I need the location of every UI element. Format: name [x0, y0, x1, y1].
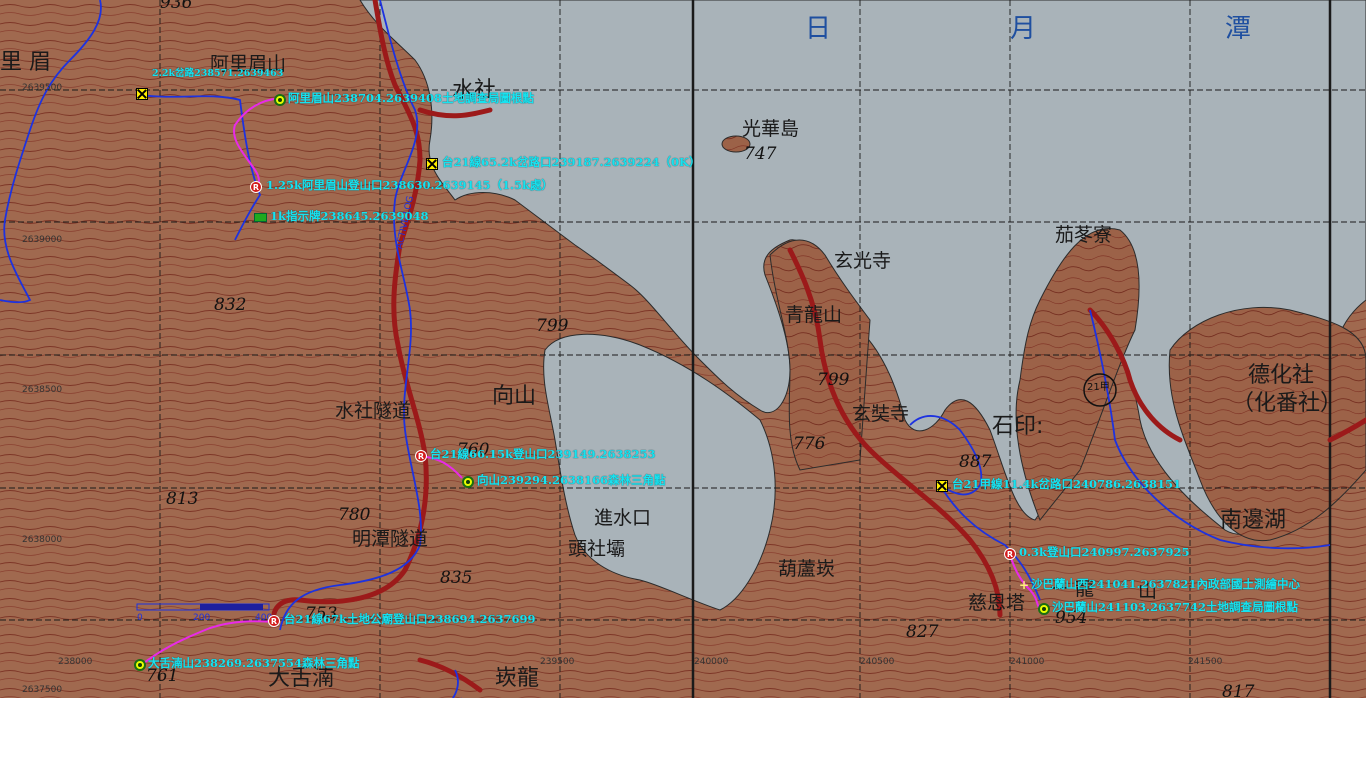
waypoint-label[interactable]: 2.2k岔路238571.2639463 [152, 69, 283, 79]
waypoint-label[interactable]: 台21甲線11.4k岔路口240786.2638151 [952, 478, 1181, 491]
place-dehua-she: 德化社 [1248, 363, 1315, 388]
trailhead-marker-icon[interactable]: R [415, 450, 427, 462]
grid-label-easting: 241000 [1010, 657, 1045, 667]
place-dehua-sub: （化番社） [1232, 391, 1343, 416]
map-canvas [0, 0, 1366, 698]
place-hulu-kan: 葫蘆崁 [778, 558, 836, 580]
place-mingtan-tunnel: 明潭隧道 [352, 528, 429, 550]
elevation-label: 799 [817, 370, 850, 390]
waypoint-label[interactable]: 向山239294.2638166森林三角點 [477, 474, 666, 487]
triangulation-point-icon[interactable] [274, 94, 286, 106]
trailhead-marker-icon[interactable]: R [250, 181, 262, 193]
grid-label-northing: 2639000 [22, 235, 63, 245]
scale-label-0: 0 [137, 613, 143, 623]
elevation-label: 776 [793, 434, 826, 454]
waypoint-label[interactable]: 0.3k登山口240997.2637925 [1019, 546, 1190, 559]
place-qinglong-shan: 青龍山 [785, 304, 843, 326]
elevation-label: 780 [338, 505, 371, 525]
grid-label-northing: 2638000 [22, 535, 63, 545]
grid-label-easting: 241500 [1188, 657, 1223, 667]
place-li-mei: 里 眉 [0, 50, 51, 75]
survey-point-icon[interactable]: + [1019, 579, 1029, 591]
grid-label-easting: 239500 [540, 657, 575, 667]
place-jinshuikou: 進水口 [594, 507, 652, 529]
lake-label-yue: 月 [1010, 14, 1037, 44]
trailhead-marker-icon[interactable]: R [268, 615, 280, 627]
grid-label-northing: 2639500 [22, 83, 63, 93]
waypoint-label[interactable]: 大舌湳山238269.2637554森林三角點 [148, 657, 360, 670]
place-xuanguang-temple: 玄光寺 [834, 250, 892, 272]
elevation-label: 813 [166, 489, 199, 509]
grid-label-easting: 238000 [58, 657, 93, 667]
place-shuishe-tunnel: 水社隧道 [335, 400, 412, 422]
grid-label-northing: 2637500 [22, 685, 63, 695]
triangulation-point-icon[interactable] [1038, 603, 1050, 615]
waypoint-label[interactable]: 台21線66.15k登山口239149.2638253 [430, 448, 656, 461]
grid-label-easting: 240500 [860, 657, 895, 667]
trailhead-marker-icon[interactable]: R [1004, 548, 1016, 560]
place-nanbian-hu: 南邊湖 [1220, 508, 1287, 533]
lake-label-tan: 潭 [1225, 14, 1252, 44]
elevation-label: 747 [744, 144, 777, 164]
waypoint-label[interactable]: 台21線65.2k岔路口239187.2639224（0K） [442, 156, 701, 169]
place-ciensi: 慈恩塔 [968, 592, 1026, 614]
lake-label-ri: 日 [805, 14, 832, 44]
place-xuanzang-temple: 玄奘寺 [852, 403, 910, 425]
scale-label-200: 200 [193, 613, 211, 623]
grid-label-easting: 240000 [694, 657, 729, 667]
place-ganlong: 崁龍 [495, 666, 540, 691]
elevation-label: 832 [214, 295, 247, 315]
triangulation-point-icon[interactable] [134, 659, 146, 671]
elevation-label: 761 [146, 666, 179, 686]
waypoint-label[interactable]: 1k指示牌238645.2639048 [270, 210, 429, 223]
waypoint-label[interactable]: 1.25k阿里眉山登山口238630.2639145（1.5k處） [266, 179, 553, 192]
route-badge-label: 21甲 [1087, 382, 1110, 393]
topographic-map[interactable]: 日 月 潭 阿里眉山 里 眉 水社 光華島 玄光寺 青龍山 茄苳寮 德化社 （化… [0, 0, 1366, 698]
place-guanghua-island: 光華島 [742, 118, 800, 140]
elevation-label: 799 [536, 316, 569, 336]
elevation-label: 835 [440, 568, 473, 588]
place-jialao-liao: 茄苳寮 [1055, 224, 1113, 246]
waypoint-label[interactable]: 沙巴蘭山241103.2637742土地調查局圖根點 [1052, 601, 1298, 614]
waypoint-label[interactable]: 沙巴蘭山西241041.2637821內政部國土測繪中心 [1031, 578, 1300, 591]
waypoint-label[interactable]: 阿里眉山238704.2639408土地調查局圖根點 [288, 92, 534, 105]
junction-marker-icon[interactable] [136, 88, 148, 100]
place-dashelan: 大舌湳 [268, 666, 335, 691]
junction-marker-icon[interactable] [936, 480, 948, 492]
place-shiyin: 石印: [992, 414, 1044, 439]
waypoint-label[interactable]: 台21線67k土地公廟登山口238694.2637699 [284, 613, 536, 626]
elevation-label: 827 [906, 622, 939, 642]
elevation-label: 817 [1222, 682, 1255, 699]
triangulation-point-icon[interactable] [462, 476, 474, 488]
elevation-label: 936 [160, 0, 193, 13]
elevation-label: 887 [959, 452, 992, 472]
place-toushe-ba: 頭社壩 [568, 538, 626, 560]
place-xiangshan: 向山 [492, 384, 537, 409]
grid-label-northing: 2638500 [22, 385, 63, 395]
signpost-icon[interactable] [254, 213, 267, 222]
junction-marker-icon[interactable] [426, 158, 438, 170]
